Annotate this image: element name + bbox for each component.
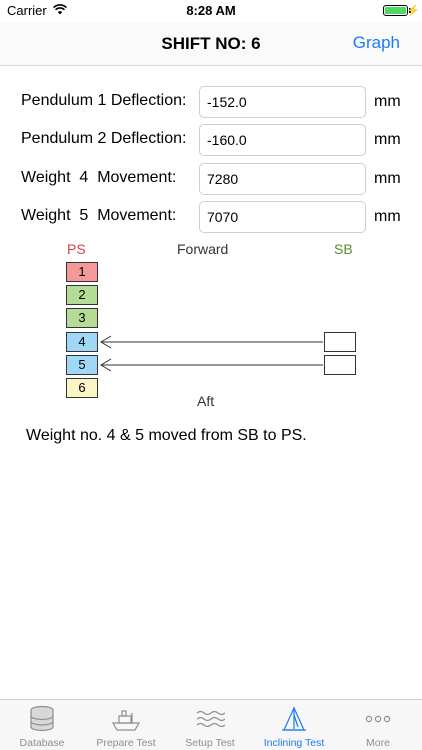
aft-label: Aft	[197, 393, 215, 409]
tab-prepare-test-label: Prepare Test	[96, 737, 156, 749]
ship-icon	[111, 710, 141, 731]
pendulum-1-unit: mm	[374, 93, 401, 110]
tab-bar: Database Prepare Test Setup Test Inclini…	[0, 699, 422, 750]
status-bar: Carrier 8:28 AM ⚡	[0, 0, 422, 22]
database-icon	[30, 705, 54, 732]
tab-inclining-test-label: Inclining Test	[263, 737, 325, 749]
weight-4-label: Weight 4 Movement:	[21, 169, 177, 186]
weight-4-movement-field[interactable]	[199, 163, 366, 195]
battery-icon	[383, 5, 408, 16]
navigation-bar: SHIFT NO: 6 Graph	[0, 22, 422, 66]
pendulum-2-unit: mm	[374, 131, 401, 148]
pendulum-2-field[interactable]	[199, 124, 366, 156]
shift-description: Weight no. 4 & 5 moved from SB to PS.	[26, 427, 307, 444]
weight-5-label: Weight 5 Movement:	[21, 207, 177, 224]
weight-4-unit: mm	[374, 170, 401, 187]
tab-prepare-test[interactable]: Prepare Test	[84, 700, 168, 750]
weight-4-row: Weight 4 Movement: mm	[0, 163, 422, 195]
weight-5-row: Weight 5 Movement: mm	[0, 201, 422, 233]
tab-setup-test[interactable]: Setup Test	[168, 700, 252, 750]
pendulum-1-row: Pendulum 1 Deflection: mm	[0, 86, 422, 118]
move-arrow-5	[100, 358, 323, 372]
status-time: 8:28 AM	[186, 3, 236, 18]
weight-shift-diagram: PS Forward SB 1 2 3 4 5 6 Aft	[0, 236, 422, 416]
move-arrow-4	[100, 335, 323, 349]
inclining-icon	[282, 706, 306, 731]
move-arrows	[100, 335, 323, 372]
tab-database-label: Database	[19, 737, 65, 749]
pendulum-1-field[interactable]	[199, 86, 366, 118]
graph-button[interactable]: Graph	[353, 33, 400, 53]
weight-5-unit: mm	[374, 208, 401, 225]
tab-setup-test-label: Setup Test	[185, 737, 235, 749]
charging-icon: ⚡	[406, 5, 420, 17]
waves-icon	[196, 710, 225, 728]
pendulum-2-row: Pendulum 2 Deflection: mm	[0, 124, 422, 156]
pendulum-2-label: Pendulum 2 Deflection:	[21, 130, 187, 147]
tab-inclining-test[interactable]: Inclining Test	[252, 700, 336, 750]
pendulum-1-label: Pendulum 1 Deflection:	[21, 92, 187, 109]
tab-more[interactable]: More	[336, 700, 420, 750]
tab-database[interactable]: Database	[0, 700, 84, 750]
more-icon	[365, 715, 391, 723]
tab-more-label: More	[366, 737, 390, 749]
weight-5-movement-field[interactable]	[199, 201, 366, 233]
